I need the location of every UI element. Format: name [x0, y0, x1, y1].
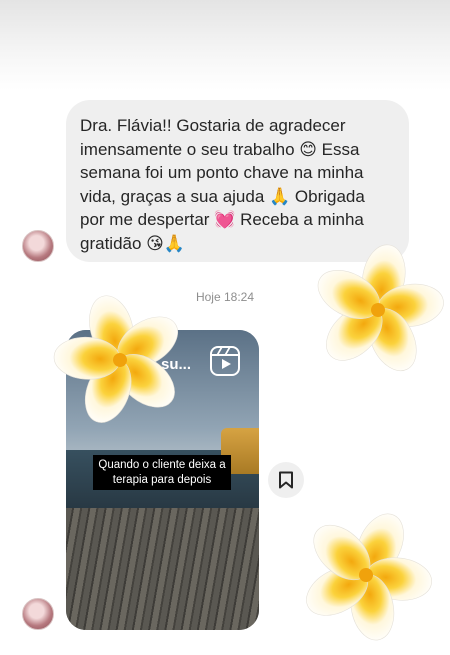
reels-icon	[210, 346, 240, 376]
top-fade	[0, 0, 450, 90]
reel-caption: Quando o cliente deixa a terapia para de…	[93, 455, 231, 490]
plumeria-flower-icon	[308, 240, 448, 380]
avatar[interactable]	[22, 230, 54, 262]
reel-thumbnail-dock	[66, 508, 259, 630]
save-button[interactable]	[268, 462, 304, 498]
message-bubble[interactable]: Dra. Flávia!! Gostaria de agradecer imen…	[66, 100, 409, 262]
plumeria-flower-icon	[296, 505, 436, 645]
bookmark-icon	[279, 471, 293, 489]
avatar[interactable]	[22, 598, 54, 630]
message-text: Dra. Flávia!! Gostaria de agradecer imen…	[80, 116, 365, 253]
plumeria-flower-icon	[50, 290, 190, 430]
